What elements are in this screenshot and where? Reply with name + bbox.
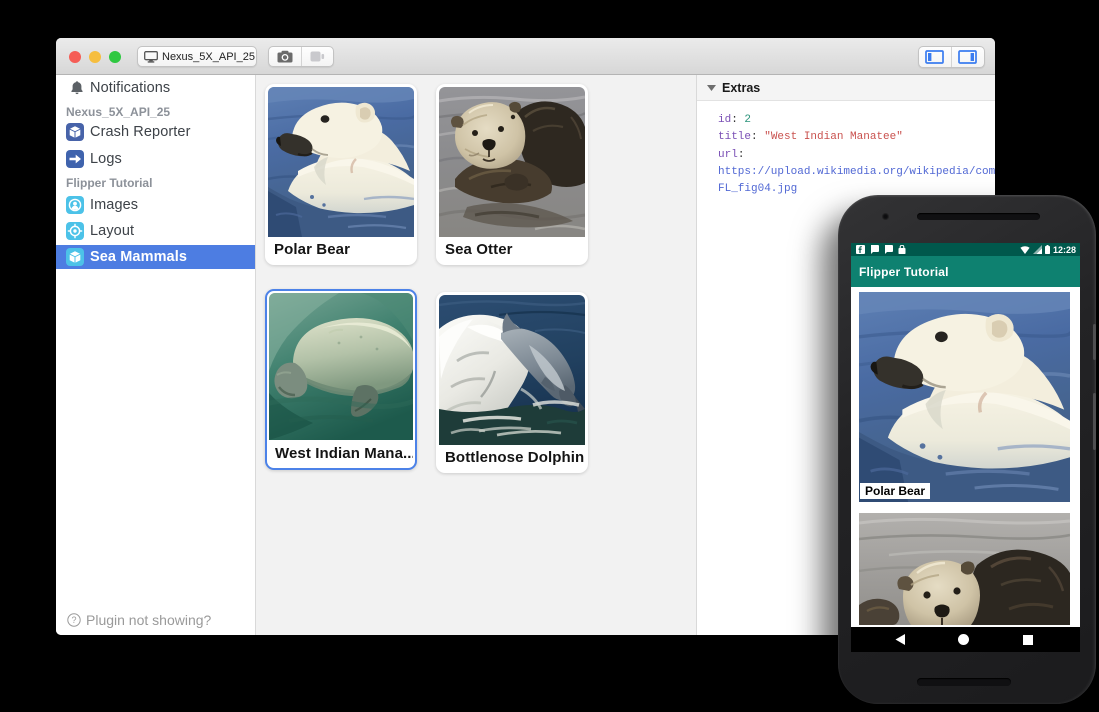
svg-text:?: ? bbox=[71, 615, 76, 625]
